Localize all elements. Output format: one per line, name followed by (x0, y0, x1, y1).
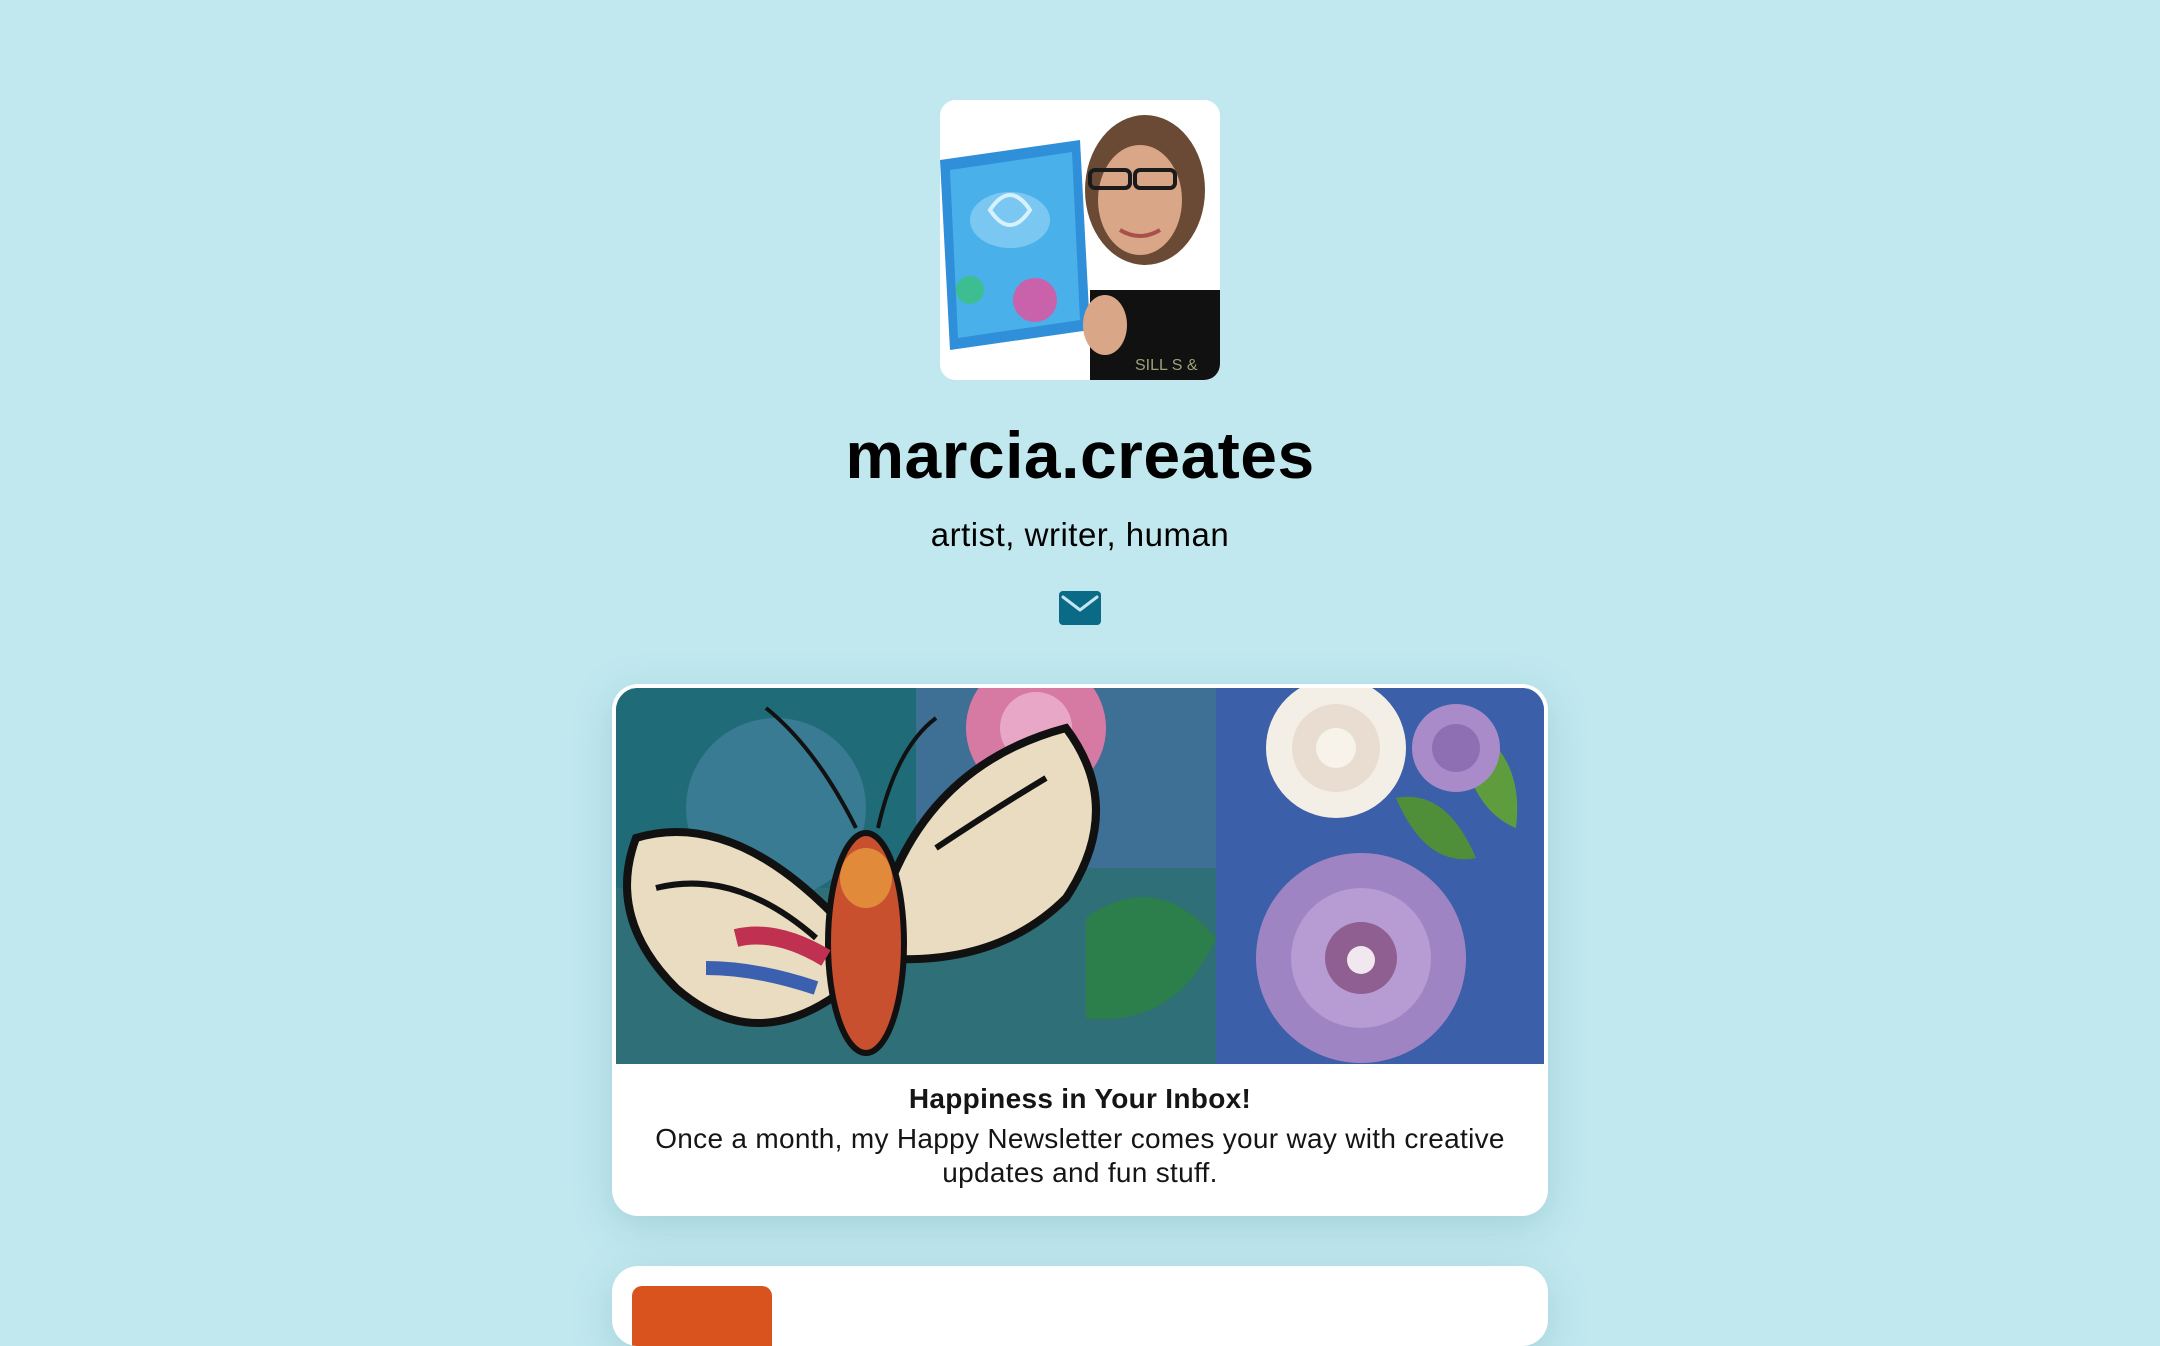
link-card-image (616, 688, 1544, 1064)
link-card-description: Once a month, my Happy Newsletter comes … (655, 1123, 1505, 1188)
link-card-text: Happiness in Your Inbox! Once a month, m… (612, 1080, 1548, 1190)
email-link[interactable] (1040, 580, 1120, 640)
profile-name: marcia.creates (845, 418, 1315, 492)
svg-text:SILL S &: SILL S & (1135, 357, 1198, 374)
link-card-second[interactable] (612, 1266, 1548, 1346)
link-card-newsletter[interactable]: Happiness in Your Inbox! Once a month, m… (612, 684, 1548, 1216)
profile-page: SILL S & marcia.creates artist, writer, … (0, 0, 2160, 1346)
link-card-title: Happiness in Your Inbox! (908, 1083, 1252, 1114)
link-card-thumbnail (632, 1286, 772, 1346)
profile-avatar: SILL S & (940, 100, 1220, 380)
envelope-icon (1059, 590, 1101, 630)
profile-bio: artist, writer, human (930, 516, 1230, 553)
